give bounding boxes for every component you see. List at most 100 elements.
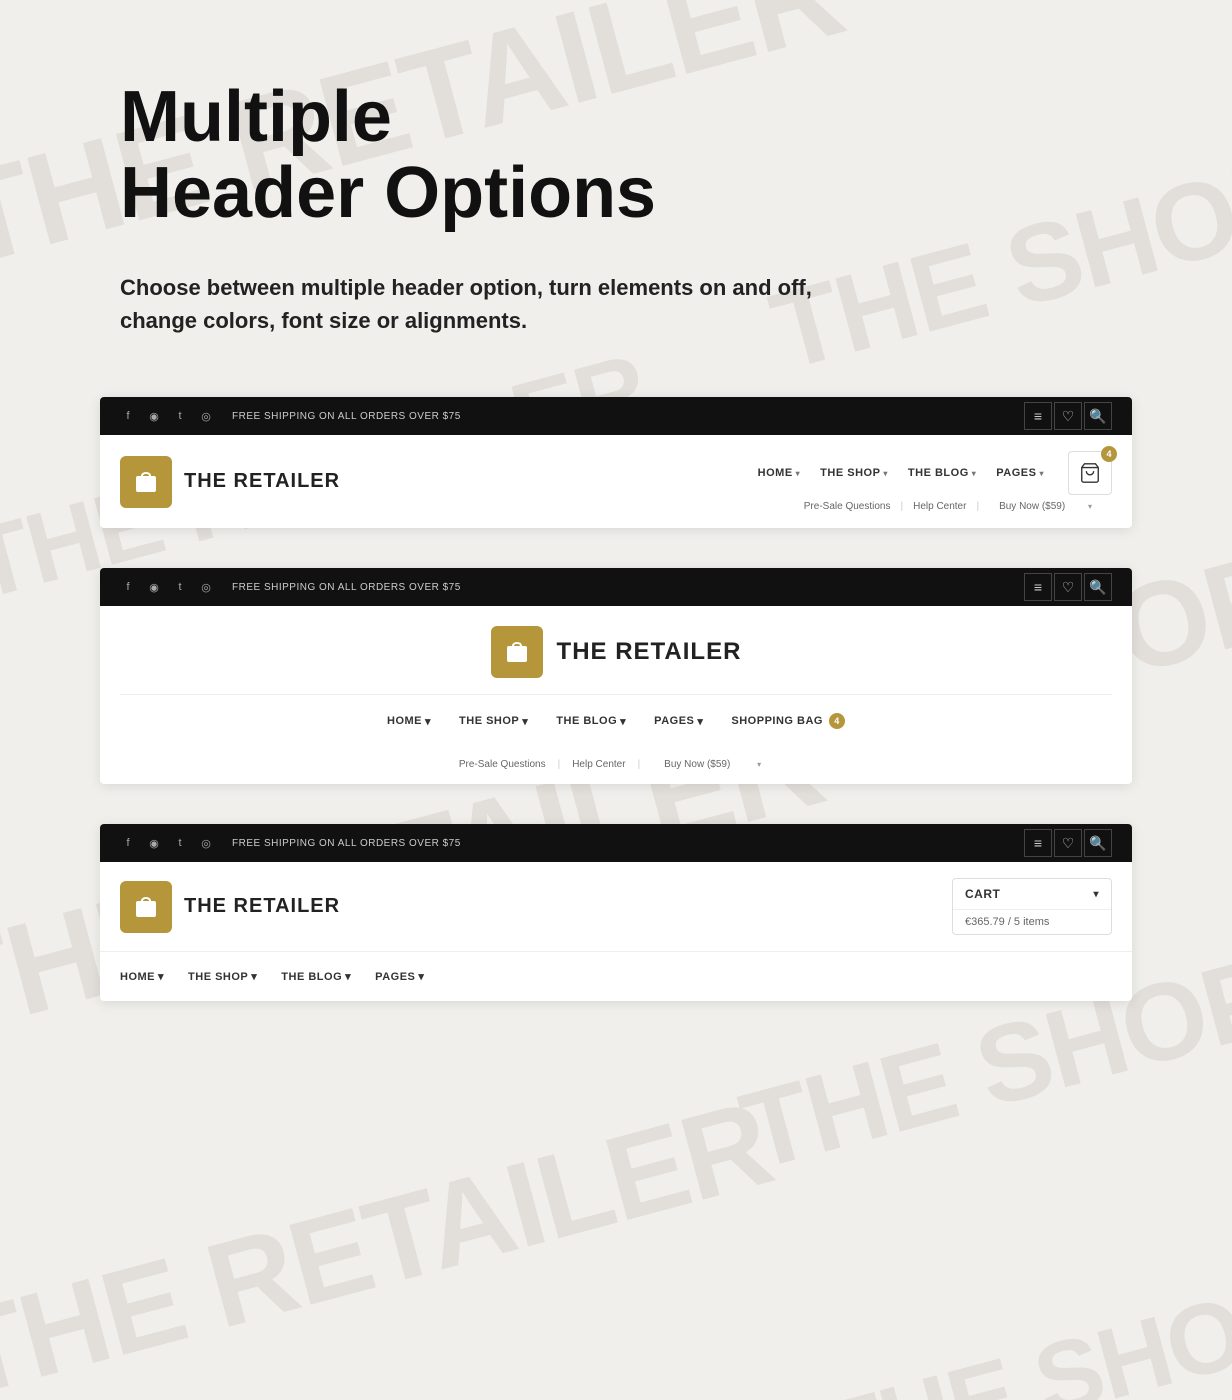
instagram-icon-3[interactable]: ◎	[198, 835, 214, 851]
top-bar-right-2: ≡ ♡ 🔍	[1024, 573, 1112, 601]
bag-logo-svg-2	[503, 638, 531, 666]
logo-icon-1	[120, 456, 172, 508]
chevron-pages-2: ▾	[697, 715, 703, 728]
logo-name-3: THE RETAILER	[184, 895, 340, 918]
menu-icon-btn-3[interactable]: ≡	[1024, 829, 1052, 857]
bag-count-2: 4	[829, 713, 845, 729]
search-icon-btn-2[interactable]: 🔍	[1084, 573, 1112, 601]
chevron-blog-2: ▾	[620, 715, 626, 728]
nav-shop-3[interactable]: THE SHOP ▾	[188, 964, 271, 989]
logo-1[interactable]: THE RETAILER	[120, 456, 340, 508]
chevron-home-2: ▾	[425, 715, 431, 728]
instagram-icon-2[interactable]: ◎	[198, 579, 214, 595]
nav-shop-2[interactable]: THE SHOP ▾	[445, 707, 542, 736]
buynow-chevron-1: ▾	[1078, 502, 1102, 511]
header-2-main: THE RETAILER HOME ▾ THE SHOP ▾ THE BLOG …	[100, 606, 1132, 784]
cart-details-3: €365.79 / 5 items	[953, 910, 1111, 934]
chevron-home-1: ▾	[796, 469, 801, 478]
header-1-main: THE RETAILER HOME ▾ THE SHOP ▾ THE B	[100, 435, 1132, 528]
chevron-shop-2: ▾	[522, 715, 528, 728]
nav-secondary-1: Pre-Sale Questions | Help Center | Buy N…	[794, 501, 1112, 512]
nav-pages-2[interactable]: PAGES ▾	[640, 707, 717, 736]
chevron-shop-1: ▾	[883, 469, 888, 478]
hero-title: Multiple Header Options	[120, 80, 1192, 231]
logo-icon-3	[120, 881, 172, 933]
chevron-blog-3: ▾	[345, 970, 351, 983]
nav-home-2[interactable]: HOME ▾	[373, 707, 445, 736]
top-bar-right-1: ≡ ♡ 🔍	[1024, 402, 1112, 430]
presale-link-1[interactable]: Pre-Sale Questions	[794, 501, 901, 512]
header-demo-3: f ◉ t ◎ FREE SHIPPING ON ALL ORDERS OVER…	[100, 824, 1132, 1001]
nav-blog-3[interactable]: THE BLOG ▾	[281, 964, 365, 989]
shipping-text-3: FREE SHIPPING ON ALL ORDERS OVER $75	[232, 838, 461, 849]
buynow-link-2[interactable]: Buy Now ($59) ▾	[640, 759, 785, 770]
instagram-icon[interactable]: ◎	[198, 408, 214, 424]
wishlist-icon-btn-1[interactable]: ♡	[1054, 402, 1082, 430]
wishlist-icon-btn-2[interactable]: ♡	[1054, 573, 1082, 601]
nav-area-1: HOME ▾ THE SHOP ▾ THE BLOG ▾ PAGES	[750, 451, 1112, 512]
messenger-icon-3[interactable]: ◉	[146, 835, 162, 851]
header-demo-1: f ◉ t ◎ FREE SHIPPING ON ALL ORDERS OVER…	[100, 397, 1132, 528]
top-bar-left-1: f ◉ t ◎ FREE SHIPPING ON ALL ORDERS OVER…	[120, 408, 461, 424]
logo-name-2: THE RETAILER	[557, 638, 742, 666]
header-3-main: THE RETAILER CART ▾ €365.79 / 5 items	[100, 862, 1132, 951]
facebook-icon-3[interactable]: f	[120, 835, 136, 851]
shopping-bag-2[interactable]: SHOPPING BAG 4	[717, 705, 859, 737]
nav-2: HOME ▾ THE SHOP ▾ THE BLOG ▾ PAGES ▾	[120, 694, 1112, 737]
buynow-chevron-2: ▾	[745, 760, 773, 769]
bag-logo-svg-1	[132, 468, 160, 496]
twitter-icon-3[interactable]: t	[172, 835, 188, 851]
nav-main-1: HOME ▾ THE SHOP ▾ THE BLOG ▾ PAGES	[750, 451, 1112, 495]
cart-badge-1: 4	[1101, 446, 1117, 462]
cart-dropdown-3[interactable]: CART ▾ €365.79 / 5 items	[952, 878, 1112, 935]
top-bar-left-2: f ◉ t ◎ FREE SHIPPING ON ALL ORDERS OVER…	[120, 579, 461, 595]
helpcenter-link-2[interactable]: Help Center	[560, 759, 637, 770]
cart-dropdown-header-3[interactable]: CART ▾	[953, 879, 1111, 910]
logo-3[interactable]: THE RETAILER	[120, 881, 340, 933]
presale-link-2[interactable]: Pre-Sale Questions	[447, 759, 558, 770]
headers-container: f ◉ t ◎ FREE SHIPPING ON ALL ORDERS OVER…	[40, 397, 1192, 1081]
search-icon-btn-1[interactable]: 🔍	[1084, 402, 1112, 430]
nav-shop-1[interactable]: THE SHOP ▾	[812, 463, 896, 483]
wishlist-icon-btn-3[interactable]: ♡	[1054, 829, 1082, 857]
chevron-home-3: ▾	[158, 970, 164, 983]
chevron-blog-1: ▾	[972, 469, 977, 478]
bag-logo-svg-3	[132, 893, 160, 921]
chevron-pages-1: ▾	[1039, 469, 1044, 478]
hero-subtitle: Choose between multiple header option, t…	[120, 271, 840, 337]
top-bar-1: f ◉ t ◎ FREE SHIPPING ON ALL ORDERS OVER…	[100, 397, 1132, 435]
nav-blog-2[interactable]: THE BLOG ▾	[542, 707, 640, 736]
search-icon-btn-3[interactable]: 🔍	[1084, 829, 1112, 857]
nav-pages-3[interactable]: PAGES ▾	[375, 964, 438, 989]
messenger-icon-2[interactable]: ◉	[146, 579, 162, 595]
messenger-icon[interactable]: ◉	[146, 408, 162, 424]
menu-icon-btn-2[interactable]: ≡	[1024, 573, 1052, 601]
helpcenter-link-1[interactable]: Help Center	[903, 501, 976, 512]
nav-home-3[interactable]: HOME ▾	[120, 964, 178, 989]
buynow-link-1[interactable]: Buy Now ($59) ▾	[979, 501, 1112, 512]
shipping-text-2: FREE SHIPPING ON ALL ORDERS OVER $75	[232, 582, 461, 593]
facebook-icon[interactable]: f	[120, 408, 136, 424]
logo-icon-2	[491, 626, 543, 678]
facebook-icon-2[interactable]: f	[120, 579, 136, 595]
chevron-pages-3: ▾	[418, 970, 424, 983]
menu-icon-btn-1[interactable]: ≡	[1024, 402, 1052, 430]
top-bar-left-3: f ◉ t ◎ FREE SHIPPING ON ALL ORDERS OVER…	[120, 835, 461, 851]
shipping-text-1: FREE SHIPPING ON ALL ORDERS OVER $75	[232, 411, 461, 422]
hero-section: Multiple Header Options Choose between m…	[40, 0, 1192, 397]
header-demo-2: f ◉ t ◎ FREE SHIPPING ON ALL ORDERS OVER…	[100, 568, 1132, 784]
nav-3: HOME ▾ THE SHOP ▾ THE BLOG ▾ PAGES ▾	[100, 951, 1132, 1001]
cart-dropdown-chevron-3: ▾	[1093, 889, 1099, 900]
cart-icon-1[interactable]: 4	[1068, 451, 1112, 495]
twitter-icon-2[interactable]: t	[172, 579, 188, 595]
top-bar-right-3: ≡ ♡ 🔍	[1024, 829, 1112, 857]
twitter-icon[interactable]: t	[172, 408, 188, 424]
nav-blog-1[interactable]: THE BLOG ▾	[900, 463, 984, 483]
nav-pages-1[interactable]: PAGES ▾	[988, 463, 1052, 483]
nav-secondary-2: Pre-Sale Questions | Help Center | Buy N…	[447, 753, 785, 784]
cart-bag-icon-1	[1079, 462, 1101, 484]
nav-home-1[interactable]: HOME ▾	[750, 463, 809, 483]
logo-2[interactable]: THE RETAILER	[491, 626, 742, 678]
top-bar-2: f ◉ t ◎ FREE SHIPPING ON ALL ORDERS OVER…	[100, 568, 1132, 606]
top-bar-3: f ◉ t ◎ FREE SHIPPING ON ALL ORDERS OVER…	[100, 824, 1132, 862]
